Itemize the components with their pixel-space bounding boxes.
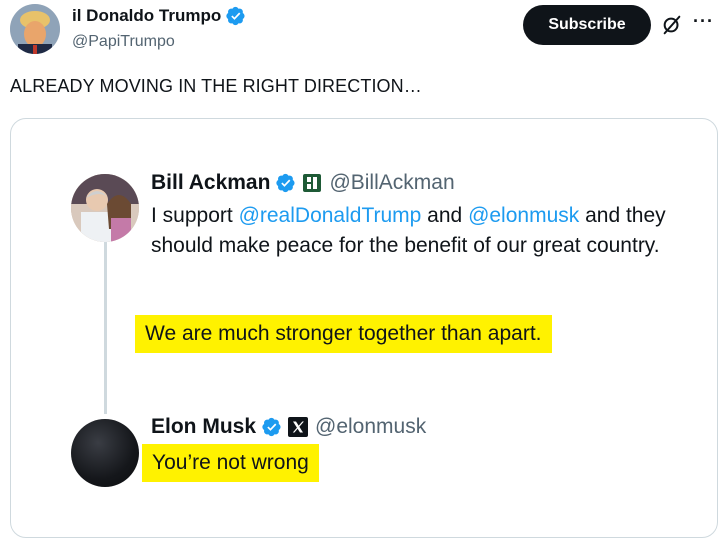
body-prefix: I support	[151, 204, 239, 227]
mention-realdonaldtrump: @realDonaldTrump	[238, 204, 422, 227]
highlighted-quote: We are much stronger together than apart…	[135, 315, 552, 353]
elon-musk-avatar	[71, 419, 139, 487]
elon-musk-handle: @elonmusk	[315, 415, 427, 438]
author-avatar[interactable]	[10, 4, 60, 54]
bill-ackman-avatar-image	[71, 174, 139, 242]
author-display-name[interactable]: il Donaldo Trumpo	[72, 6, 246, 26]
thread-connector-line	[104, 239, 107, 414]
author-handle[interactable]: @PapiTrumpo	[72, 33, 175, 51]
subscribe-button[interactable]: Subscribe	[523, 5, 651, 45]
mention-elonmusk: @elonmusk	[468, 204, 580, 227]
elon-musk-name: Elon Musk	[151, 415, 257, 438]
bill-ackman-text: I support @realDonaldTrump and @elonmusk…	[151, 201, 691, 261]
verified-badge-icon	[226, 6, 245, 26]
avatar-image	[10, 4, 60, 54]
bill-ackman-header: Bill Ackman @BillAckman	[151, 171, 455, 195]
verified-badge-icon	[276, 173, 295, 193]
bill-ackman-name: Bill Ackman	[151, 171, 271, 194]
body-middle: and	[421, 204, 469, 227]
post-media-image[interactable]: Bill Ackman @BillAckman I support @realD…	[10, 118, 718, 538]
bill-ackman-avatar	[71, 174, 139, 242]
post-text: ALREADY MOVING IN THE RIGHT DIRECTION…	[10, 76, 422, 96]
highlighted-reply: You’re not wrong	[142, 444, 319, 482]
more-options-icon[interactable]: ···	[693, 11, 714, 32]
display-name-text: il Donaldo Trumpo	[72, 6, 222, 25]
bill-ackman-handle: @BillAckman	[329, 171, 455, 194]
verified-badge-icon	[262, 417, 281, 437]
x-logo-icon	[288, 417, 309, 437]
grok-icon[interactable]	[661, 14, 683, 36]
pershing-square-affiliate-icon	[303, 174, 322, 192]
elon-musk-header: Elon Musk @elonmusk	[151, 415, 426, 439]
